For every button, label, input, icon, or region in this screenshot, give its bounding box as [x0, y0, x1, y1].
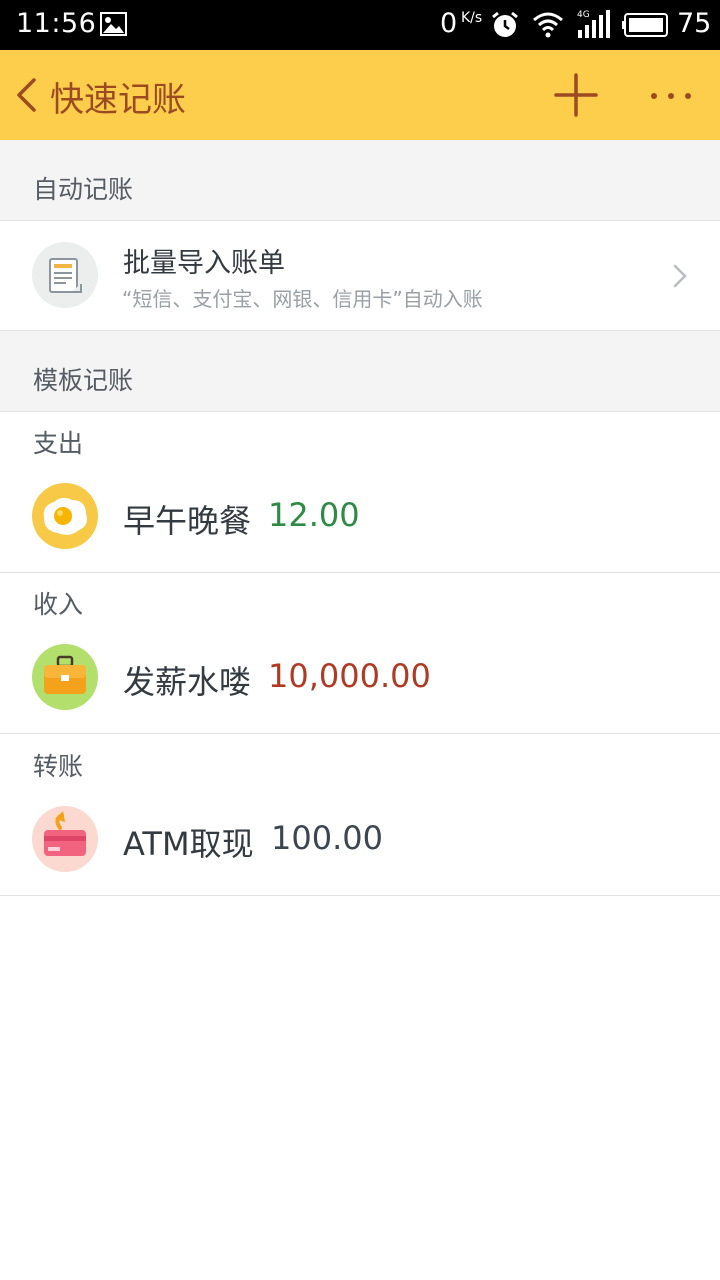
- income-group: 收入 发薪水喽 10,000.00: [0, 573, 720, 734]
- cell-signal-icon: 4G: [577, 10, 610, 38]
- add-icon[interactable]: [554, 73, 598, 117]
- template-amount: 10,000.00: [268, 657, 431, 695]
- import-title: 批量导入账单: [123, 248, 285, 279]
- battery-percent: 75: [677, 8, 712, 39]
- more-options-icon[interactable]: [648, 90, 694, 102]
- chevron-right-icon: [673, 264, 687, 288]
- group-label-expense: 支出: [33, 429, 84, 458]
- image-notification-icon: [100, 12, 127, 36]
- batch-import-row[interactable]: 批量导入账单 “短信、支付宝、网银、信用卡”自动入账: [0, 221, 720, 331]
- expense-group: 支出 早午晚餐 12.00: [0, 412, 720, 573]
- page-title: 快速记账: [50, 80, 186, 120]
- template-amount: 12.00: [268, 496, 360, 534]
- svg-text:4G: 4G: [577, 10, 590, 20]
- briefcase-icon: [32, 644, 98, 710]
- back-arrow-icon[interactable]: [12, 77, 40, 113]
- template-name: 发薪水喽: [123, 663, 252, 701]
- fried-egg-icon: [32, 483, 98, 549]
- alarm-icon: [492, 11, 518, 37]
- template-amount: 100.00: [271, 819, 383, 857]
- status-time: 11:56: [16, 8, 97, 39]
- status-bar: 11:56 0 K/s 4G 75: [0, 0, 720, 50]
- app-header: 快速记账: [0, 50, 720, 140]
- import-subtitle: “短信、支付宝、网银、信用卡”自动入账: [122, 287, 483, 311]
- template-item-atm[interactable]: ATM取现 100.00: [0, 795, 720, 885]
- template-name: ATM取现: [123, 825, 254, 863]
- battery-icon: [622, 13, 668, 37]
- auto-section-header: 自动记账: [0, 140, 720, 221]
- wifi-icon: [533, 12, 563, 38]
- auto-section-title: 自动记账: [33, 175, 134, 204]
- group-label-income: 收入: [33, 590, 84, 619]
- document-icon: [32, 242, 98, 308]
- transfer-group: 转账 ATM取现 100.00: [0, 735, 720, 896]
- net-speed: 0: [440, 8, 458, 39]
- template-item-salary[interactable]: 发薪水喽 10,000.00: [0, 633, 720, 723]
- template-section-title: 模板记账: [33, 366, 134, 395]
- template-name: 早午晚餐: [123, 502, 252, 540]
- net-speed-unit: K/s: [461, 10, 483, 26]
- template-item-meals[interactable]: 早午晚餐 12.00: [0, 472, 720, 562]
- template-section-header: 模板记账: [0, 331, 720, 412]
- group-label-transfer: 转账: [33, 752, 84, 781]
- card-withdraw-icon: [32, 806, 98, 872]
